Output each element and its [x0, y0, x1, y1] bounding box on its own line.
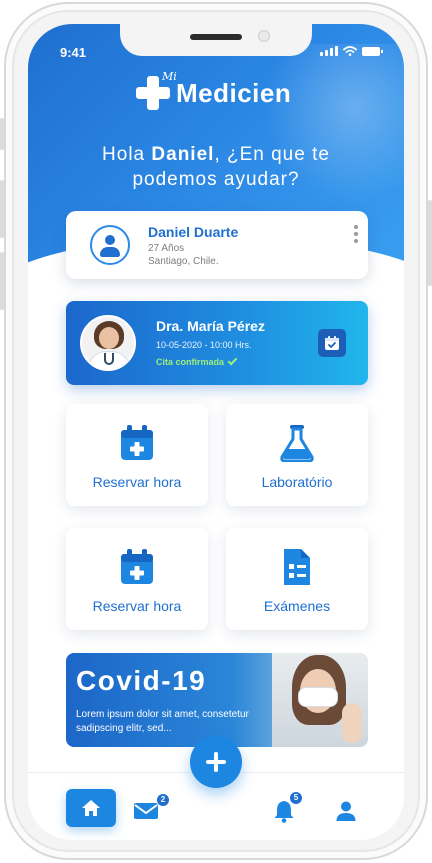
side-button-left-bottom — [0, 252, 4, 310]
avatar-icon — [90, 225, 130, 265]
tile-reservar-hora-2[interactable]: Reservar hora — [66, 528, 208, 630]
tile-label: Reservar hora — [92, 474, 182, 490]
greeting-question: , ¿En que te — [214, 144, 330, 165]
flask-icon — [280, 425, 314, 462]
tile-reservar-hora[interactable]: Reservar hora — [66, 404, 208, 506]
plus-icon — [206, 752, 226, 772]
calendar-check-icon — [325, 336, 339, 350]
tile-laboratorio[interactable]: Laboratório — [226, 404, 368, 506]
front-camera — [258, 30, 270, 42]
app-name: Medicien — [176, 77, 292, 108]
nav-profile[interactable] — [324, 791, 368, 831]
battery-icon — [362, 47, 383, 56]
covid-banner[interactable]: Covid-19 Lorem ipsum dolor sit amet, con… — [66, 653, 368, 747]
appointment-datetime: 10-05-2020 - 10:00 Hrs. — [156, 340, 252, 350]
side-button-right — [428, 200, 432, 286]
speaker-grille — [190, 34, 242, 40]
tile-label: Reservar hora — [92, 598, 182, 614]
profile-location: Santiago, Chile. — [148, 256, 219, 267]
add-button[interactable] — [190, 736, 242, 788]
profile-age: 27 Años — [148, 243, 185, 254]
nav-notifications[interactable]: 5 — [262, 791, 306, 831]
app-name-prefix: Mi — [162, 70, 177, 83]
profile-name: Daniel Duarte — [148, 224, 239, 240]
nav-home[interactable] — [66, 789, 116, 827]
tile-label: Laboratório — [261, 474, 333, 490]
covid-description: Lorem ipsum dolor sit amet, consetetur s… — [76, 709, 249, 734]
document-icon — [284, 549, 310, 585]
covid-photo — [272, 653, 368, 747]
appointment-status: Cita confirmada — [156, 355, 238, 367]
home-icon — [82, 800, 100, 816]
calendar-check-button[interactable] — [318, 329, 346, 357]
covid-title: Covid-19 — [76, 665, 207, 696]
wifi-icon — [343, 46, 357, 56]
calendar-plus-icon — [121, 425, 153, 460]
check-icon — [227, 355, 238, 366]
side-button-left-top — [0, 118, 4, 150]
signal-icon — [320, 46, 338, 56]
greeting-hello: Hola — [102, 144, 146, 165]
messages-badge: 2 — [156, 793, 170, 807]
calendar-plus-icon — [121, 549, 153, 584]
nav-messages[interactable]: 2 — [124, 791, 170, 831]
tile-examenes[interactable]: Exámenes — [226, 528, 368, 630]
doctor-photo — [80, 315, 136, 371]
more-options-icon[interactable] — [354, 225, 358, 243]
device-notch — [120, 24, 312, 56]
app-logo: Medicien — [136, 76, 291, 110]
mail-icon — [134, 803, 158, 819]
greeting-user: Daniel — [151, 144, 215, 165]
doctor-name: Dra. María Pérez — [156, 318, 265, 334]
user-icon — [336, 801, 356, 821]
side-button-left-mid — [0, 180, 4, 238]
app-screen: 9:41 Medicien Mi Hola Daniel, ¿En que te… — [28, 24, 404, 840]
appointment-card[interactable]: Dra. María Pérez 10-05-2020 - 10:00 Hrs.… — [66, 301, 368, 385]
profile-card[interactable]: Daniel Duarte 27 Años Santiago, Chile. — [66, 211, 368, 279]
greeting-text: Hola Daniel, ¿En que te podemos ayudar? — [28, 142, 404, 192]
status-icons — [320, 46, 383, 56]
tile-label: Exámenes — [263, 598, 331, 614]
greeting-question-line2: podemos ayudar? — [132, 169, 300, 190]
notifications-badge: 5 — [289, 791, 303, 805]
status-time: 9:41 — [60, 45, 87, 60]
appointment-status-text: Cita confirmada — [156, 357, 225, 367]
